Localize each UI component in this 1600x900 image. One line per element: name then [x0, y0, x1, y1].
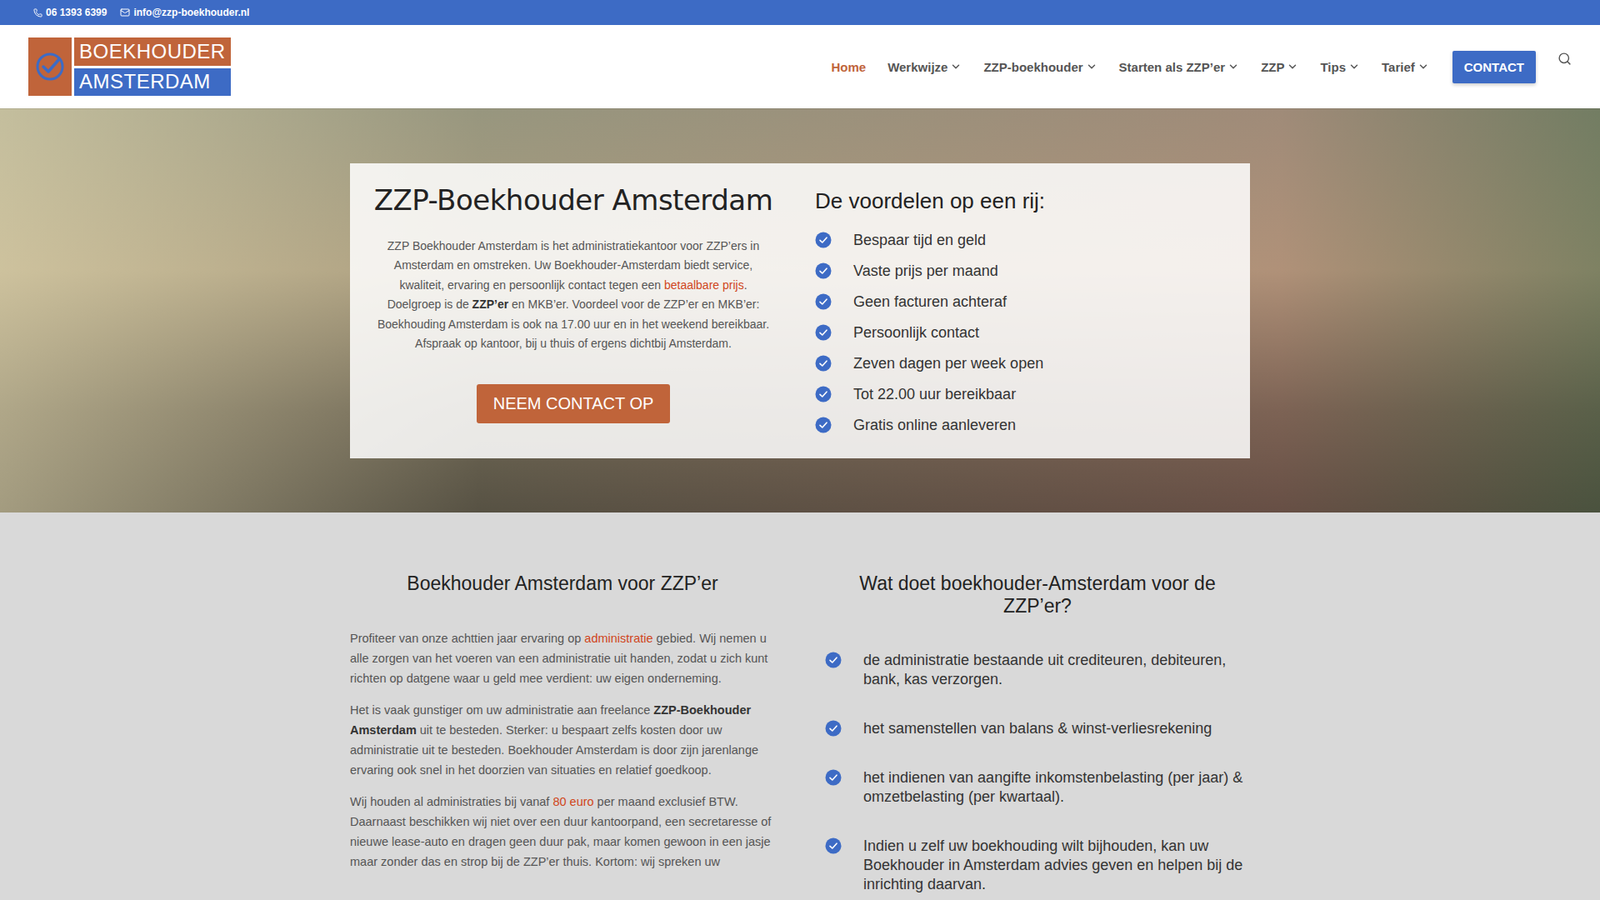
logo-text: BOEKHOUDERAMSTERDAM [74, 37, 231, 96]
search-icon [1557, 51, 1572, 66]
section-title: Wat doet boekhouder-Amsterdam voor de ZZ… [825, 572, 1250, 618]
check-icon [815, 293, 832, 310]
nav-item[interactable]: Starten als ZZP’er [1119, 60, 1240, 75]
check-icon [825, 769, 842, 786]
contact-button[interactable]: CONTACT [1452, 50, 1536, 84]
service-item: het samenstellen van balans & winst-verl… [825, 719, 1250, 739]
logo-bottom: AMSTERDAM [74, 68, 231, 97]
chevron-down-icon [1085, 60, 1098, 73]
mail-icon [120, 7, 130, 18]
benefits-title: De voordelen op een rij: [815, 188, 1227, 215]
check-icon [815, 231, 832, 249]
check-icon [815, 262, 832, 280]
hero-box: ZZP-Boekhouder Amsterdam ZZP Boekhouder A… [350, 163, 1250, 459]
phone-icon [33, 8, 43, 18]
services-list: de administratie bestaande uit crediteur… [825, 650, 1250, 895]
hero: ZZP-Boekhouder Amsterdam ZZP Boekhouder A… [0, 108, 1600, 513]
check-icon [825, 837, 842, 855]
check-icon [815, 293, 832, 310]
check-logo-icon [35, 51, 65, 82]
benefit-item: Vaste prijs per maand [815, 261, 1227, 281]
service-item: de administratie bestaande uit crediteur… [825, 650, 1250, 690]
bold-text: ZZP’er [472, 297, 510, 311]
section-title: Boekhouder Amsterdam voor ZZP’er [350, 572, 775, 595]
benefit-item: Geen facturen achteraf [815, 292, 1227, 312]
check-icon [825, 769, 842, 786]
search-button[interactable] [1557, 51, 1572, 66]
main-nav: Home Werkwijze ZZP-boekhouder Starten als Z… [830, 60, 1429, 75]
text-link[interactable]: 80 euro [552, 795, 594, 809]
text-span: Profiteer van onze achttien jaar ervarin… [350, 631, 585, 645]
check-icon [825, 837, 842, 855]
check-icon [815, 355, 832, 372]
benefit-item: Gratis online aanleveren [815, 415, 1227, 435]
cta-button[interactable]: NEEM CONTACT OP [476, 384, 671, 424]
text-span: Wij houden al administraties bij vanaf [350, 795, 553, 809]
paragraph: Wij houden al administraties bij vanaf 8… [350, 791, 775, 872]
hero-intro: ZZP-Boekhouder Amsterdam ZZP Boekhouder A… [373, 183, 774, 435]
benefits-list: Bespaar tijd en geld Vaste prijs per maan… [815, 230, 1227, 435]
check-icon [825, 720, 842, 737]
header: BOEKHOUDERAMSTERDAM Home Werkwijze ZZP-boek… [0, 25, 1600, 109]
benefit-item: Zeven dagen per week open [815, 354, 1227, 374]
text-link[interactable]: administratie [584, 631, 653, 645]
check-icon [815, 416, 832, 434]
check-icon [815, 231, 832, 249]
right-column: Wat doet boekhouder-Amsterdam voor de ZZ… [825, 572, 1250, 900]
phone[interactable]: 06 1393 6399 [33, 6, 107, 19]
check-icon [815, 324, 832, 341]
check-icon [815, 385, 832, 403]
text-span: Het is vaak gunstiger om uw administrati… [350, 703, 654, 717]
service-item: het indienen van aangifte inkomstenbelas… [825, 768, 1250, 807]
nav-item[interactable]: ZZP [1260, 60, 1299, 75]
top-bar: 06 1393 6399 info@zzp-boekhouder.nl [0, 0, 1600, 25]
chevron-down-icon [1417, 60, 1430, 73]
chevron-down-icon [1286, 60, 1299, 73]
logo[interactable]: BOEKHOUDERAMSTERDAM [28, 37, 231, 96]
chevron-down-icon [1227, 60, 1240, 73]
check-icon [815, 262, 832, 280]
check-icon [815, 324, 832, 341]
service-item: Indien u zelf uw boekhouding wilt bijhou… [825, 836, 1250, 895]
check-icon [825, 720, 842, 737]
chevron-down-icon [1348, 60, 1360, 73]
hero-text: ZZP Boekhouder Amsterdam is het administ… [373, 236, 774, 355]
benefit-item: Persoonlijk contact [815, 323, 1227, 343]
text-link[interactable]: betaalbare prijs [664, 278, 745, 292]
check-icon [825, 651, 842, 669]
email[interactable]: info@zzp-boekhouder.nl [120, 6, 250, 19]
page: 06 1393 6399 info@zzp-boekhouder.nl BOEKHO… [0, 0, 1600, 900]
content-section: Boekhouder Amsterdam voor ZZP’er Profitee… [0, 512, 1600, 900]
logo-mark [28, 37, 72, 96]
nav-item[interactable]: Home [830, 60, 866, 75]
check-icon [815, 385, 832, 403]
nav-item[interactable]: Werkwijze [887, 60, 962, 75]
paragraph: Het is vaak gunstiger om uw administrati… [350, 700, 775, 780]
nav-item[interactable]: Tips [1320, 60, 1360, 75]
chevron-down-icon [950, 60, 962, 73]
hero-title: ZZP-Boekhouder Amsterdam [374, 183, 774, 217]
logo-top: BOEKHOUDER [74, 37, 231, 66]
benefit-item: Bespaar tijd en geld [815, 230, 1227, 250]
nav-item[interactable]: ZZP-boekhouder [983, 60, 1097, 75]
left-column: Boekhouder Amsterdam voor ZZP’er Profitee… [350, 572, 775, 900]
benefits: De voordelen op een rij: Bespaar tijd en … [815, 183, 1227, 435]
paragraph: Profiteer van onze achttien jaar ervarin… [350, 628, 775, 689]
nav-item[interactable]: Tarief [1381, 60, 1430, 75]
check-icon [825, 651, 842, 669]
benefit-item: Tot 22.00 uur bereikbaar [815, 385, 1227, 405]
check-icon [815, 355, 832, 372]
check-icon [815, 416, 832, 434]
